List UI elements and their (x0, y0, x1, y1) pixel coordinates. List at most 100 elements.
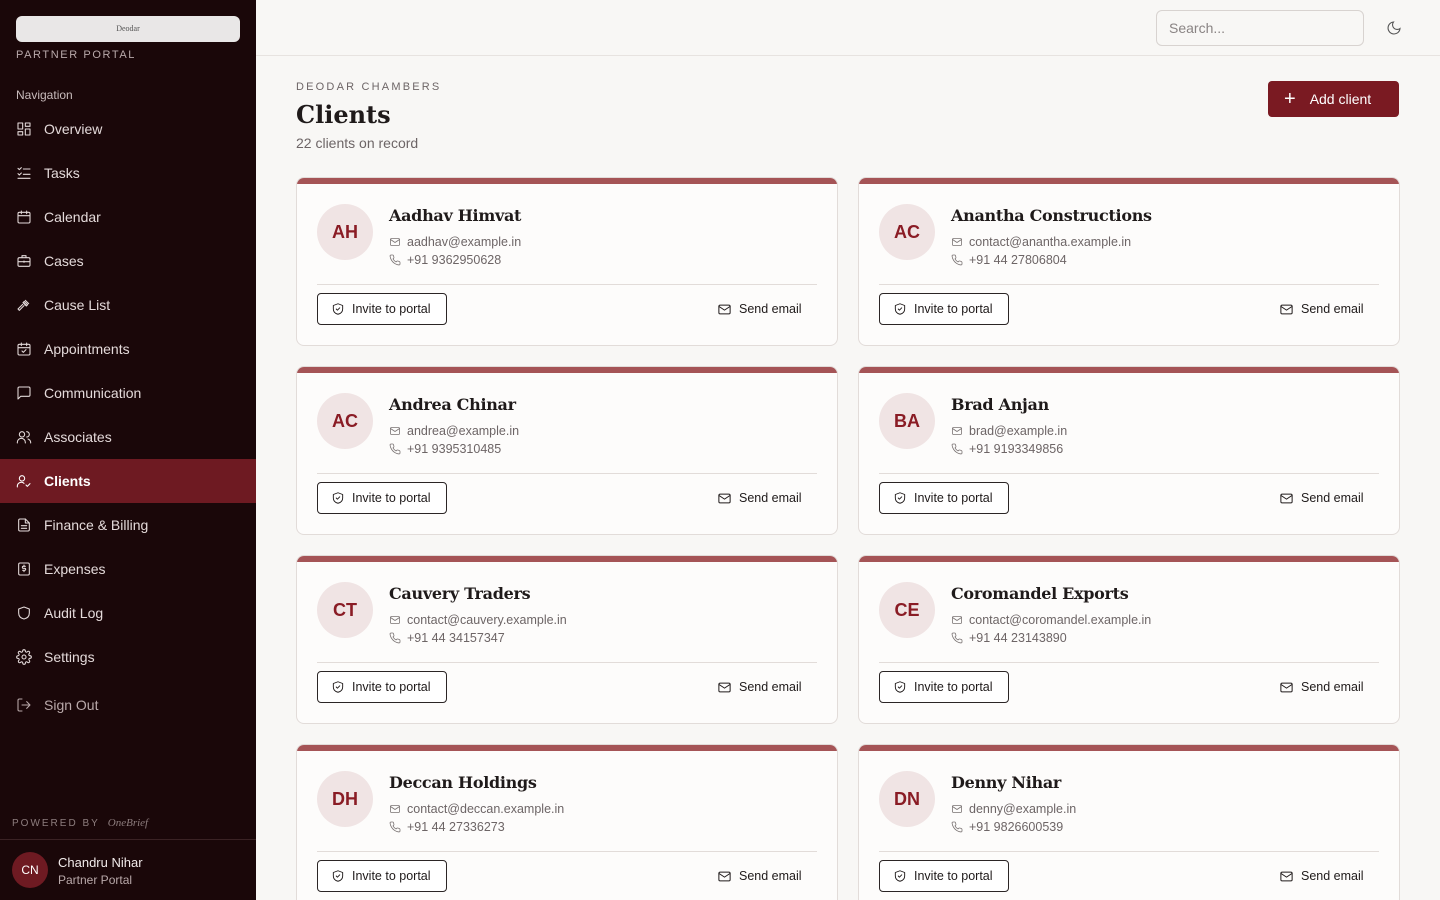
sidebar-item-clients[interactable]: Clients (0, 459, 256, 503)
chat-icon (16, 385, 32, 401)
send-email-label: Send email (1301, 302, 1364, 316)
client-name[interactable]: Andrea Chinar (389, 395, 516, 414)
send-email-button[interactable]: Send email (1279, 482, 1364, 514)
moon-icon (1386, 20, 1402, 36)
receipt-icon (16, 561, 32, 577)
invite-to-portal-button[interactable]: Invite to portal (879, 293, 1009, 325)
phone-icon (951, 632, 969, 644)
gavel-icon (16, 297, 32, 313)
client-card[interactable]: DH Deccan Holdings contact@deccan.example.… (296, 744, 838, 900)
user-profile[interactable]: CN Chandru Nihar Partner Portal (0, 839, 256, 900)
calendar-icon (16, 209, 32, 225)
sidebar-item-associates[interactable]: Associates (0, 415, 256, 459)
powered-by-label: POWERED BY (12, 817, 100, 829)
sidebar-item-tasks[interactable]: Tasks (0, 151, 256, 195)
client-email: denny@example.in (951, 802, 1076, 816)
invite-to-portal-button[interactable]: Invite to portal (317, 482, 447, 514)
sidebar-item-label: Communication (44, 385, 142, 401)
client-phone: +91 9193349856 (951, 442, 1063, 456)
sidebar-item-cases[interactable]: Cases (0, 239, 256, 283)
sidebar-item-calendar[interactable]: Calendar (0, 195, 256, 239)
powered-by: POWERED BY OneBrief (12, 817, 148, 829)
sidebar-item-finance-and-billing[interactable]: Finance & Billing (0, 503, 256, 547)
client-phone: +91 44 27336273 (389, 820, 505, 834)
client-phone-text: +91 44 27336273 (407, 820, 505, 834)
sidebar-item-expenses[interactable]: Expenses (0, 547, 256, 591)
send-email-button[interactable]: Send email (1279, 293, 1364, 325)
mail-icon (1279, 680, 1301, 695)
shield-check-icon (331, 680, 352, 694)
client-name[interactable]: Brad Anjan (951, 395, 1049, 414)
sidebar-item-label: Calendar (44, 209, 101, 225)
gear-icon (16, 649, 32, 665)
avatar: DN (879, 771, 935, 827)
divider (879, 284, 1379, 285)
client-name[interactable]: Deccan Holdings (389, 773, 537, 792)
mail-icon (1279, 491, 1301, 506)
sidebar-item-overview[interactable]: Overview (0, 107, 256, 151)
shield-check-icon (893, 302, 914, 316)
avatar: BA (879, 393, 935, 449)
send-email-button[interactable]: Send email (717, 860, 802, 892)
divider (879, 851, 1379, 852)
sidebar-item-settings[interactable]: Settings (0, 635, 256, 679)
send-email-button[interactable]: Send email (1279, 860, 1364, 892)
sidebar-item-appointments[interactable]: Appointments (0, 327, 256, 371)
mail-icon (389, 236, 407, 248)
client-card[interactable]: CE Coromandel Exports contact@coromandel.e… (858, 555, 1400, 724)
client-card[interactable]: DN Denny Nihar denny@example.in +91 9826600… (858, 744, 1400, 900)
send-email-button[interactable]: Send email (717, 482, 802, 514)
client-card[interactable]: BA Brad Anjan brad@example.in +91 919334985… (858, 366, 1400, 535)
client-phone: +91 44 27806804 (951, 253, 1067, 267)
sidebar-item-cause-list[interactable]: Cause List (0, 283, 256, 327)
client-phone-text: +91 44 23143890 (969, 631, 1067, 645)
sidebar-nav: Overview Tasks Calendar Cases Cause List Appo… (0, 107, 256, 727)
avatar: AC (317, 393, 373, 449)
mail-icon (717, 302, 739, 317)
client-card[interactable]: AC Andrea Chinar andrea@example.in +91 9395… (296, 366, 838, 535)
invite-to-portal-button[interactable]: Invite to portal (317, 671, 447, 703)
page-title: Clients (296, 100, 391, 129)
client-phone-text: +91 44 34157347 (407, 631, 505, 645)
send-email-label: Send email (1301, 869, 1364, 883)
sidebar-item-communication[interactable]: Communication (0, 371, 256, 415)
shield-check-icon (331, 302, 352, 316)
sidebar-item-label: Associates (44, 429, 112, 445)
client-name[interactable]: Aadhav Himvat (389, 206, 521, 225)
theme-toggle-button[interactable] (1384, 18, 1404, 38)
client-email-text: contact@cauvery.example.in (407, 613, 567, 627)
client-phone: +91 9362950628 (389, 253, 501, 267)
send-email-label: Send email (1301, 491, 1364, 505)
sidebar-item-label: Settings (44, 649, 95, 665)
invite-to-portal-button[interactable]: Invite to portal (317, 293, 447, 325)
invite-to-portal-button[interactable]: Invite to portal (317, 860, 447, 892)
client-name[interactable]: Denny Nihar (951, 773, 1061, 792)
send-email-button[interactable]: Send email (1279, 671, 1364, 703)
send-email-label: Send email (739, 869, 802, 883)
client-name[interactable]: Cauvery Traders (389, 584, 531, 603)
send-email-label: Send email (1301, 680, 1364, 694)
divider (879, 662, 1379, 663)
phone-icon (951, 821, 969, 833)
sign-out-button[interactable]: Sign Out (0, 683, 256, 727)
client-card[interactable]: CT Cauvery Traders contact@cauvery.example… (296, 555, 838, 724)
phone-icon (389, 254, 407, 266)
client-card[interactable]: AC Anantha Constructions contact@anantha.e… (858, 177, 1400, 346)
send-email-label: Send email (739, 680, 802, 694)
send-email-button[interactable]: Send email (717, 293, 802, 325)
invite-to-portal-button[interactable]: Invite to portal (879, 482, 1009, 514)
mail-icon (389, 425, 407, 437)
search-input[interactable] (1156, 10, 1364, 46)
client-card[interactable]: AH Aadhav Himvat aadhav@example.in +91 9362… (296, 177, 838, 346)
nav-heading: Navigation (16, 88, 73, 102)
client-count: 22 clients on record (296, 135, 419, 151)
firm-logo[interactable]: Deodar (16, 16, 240, 42)
client-name[interactable]: Coromandel Exports (951, 584, 1129, 603)
invite-to-portal-button[interactable]: Invite to portal (879, 671, 1009, 703)
send-email-button[interactable]: Send email (717, 671, 802, 703)
invite-to-portal-button[interactable]: Invite to portal (879, 860, 1009, 892)
invite-label: Invite to portal (914, 680, 993, 694)
add-client-button[interactable]: + Add client (1268, 81, 1399, 117)
client-name[interactable]: Anantha Constructions (951, 206, 1152, 225)
sidebar-item-audit-log[interactable]: Audit Log (0, 591, 256, 635)
